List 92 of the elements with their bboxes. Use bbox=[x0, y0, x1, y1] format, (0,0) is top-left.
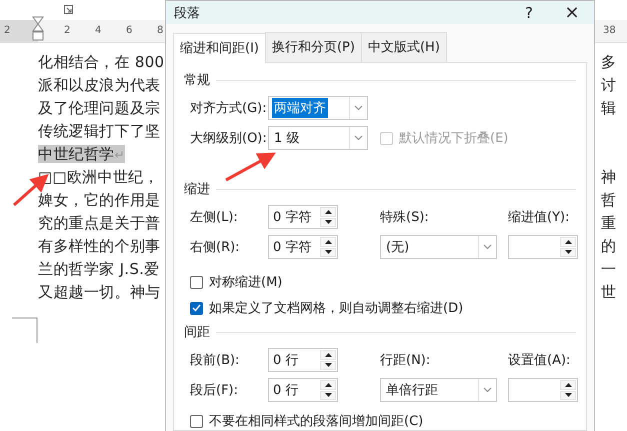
ruler-number: 4 bbox=[95, 25, 102, 36]
paragraph-line: 重 bbox=[601, 214, 616, 232]
help-button[interactable]: ? bbox=[508, 4, 550, 22]
chevron-down-icon bbox=[483, 387, 492, 393]
paragraph-line: 神 bbox=[601, 168, 616, 186]
chevron-down-icon bbox=[354, 135, 363, 141]
paragraph-line: 讨 bbox=[601, 76, 616, 94]
paragraph-line: 哲 bbox=[601, 191, 616, 209]
down-triangle-icon bbox=[324, 393, 332, 398]
spin-field[interactable]: 0 行 bbox=[268, 378, 338, 402]
close-button[interactable]: × bbox=[550, 1, 594, 24]
field-label: 设置值(A): bbox=[508, 352, 572, 369]
checkbox[interactable] bbox=[190, 276, 203, 288]
checkbox[interactable] bbox=[190, 414, 203, 428]
field-label: 特殊(S): bbox=[380, 209, 430, 226]
dropdown[interactable]: 两端对齐 bbox=[268, 96, 368, 120]
dropdown[interactable]: 单倍行距 bbox=[380, 378, 497, 402]
field-label: 大纲级别(O): bbox=[190, 130, 268, 147]
up-triangle-icon bbox=[564, 240, 572, 244]
spin-down-button[interactable] bbox=[560, 390, 576, 400]
paragraph-line: 又超越一切。神与 bbox=[38, 283, 160, 301]
down-triangle-icon bbox=[564, 250, 572, 254]
up-triangle-icon bbox=[324, 210, 332, 214]
spin-down-button[interactable] bbox=[320, 390, 336, 400]
section-heading: 缩进 bbox=[184, 180, 576, 198]
paragraph-line: 派和以皮浪为代表 bbox=[38, 76, 160, 94]
window-title: 段落 bbox=[174, 4, 201, 22]
checkbox-label: 如果定义了文档网格，则自动调整右缩进(D) bbox=[209, 300, 464, 317]
spin-up-button[interactable] bbox=[560, 237, 576, 246]
section-heading: 常规 bbox=[184, 71, 576, 89]
field-label: 行距(N): bbox=[380, 352, 432, 369]
field-label: 段前(B): bbox=[190, 352, 240, 369]
field-label: 缩进值(Y): bbox=[508, 209, 570, 226]
spin-down-button[interactable] bbox=[320, 218, 336, 227]
paragraph-line: 兰的哲学家 J.S.爱 bbox=[38, 260, 160, 278]
spin-down-button[interactable] bbox=[320, 360, 336, 370]
spin-down-button[interactable] bbox=[320, 248, 336, 257]
section-heading: 间距 bbox=[184, 323, 576, 341]
chevron-down-icon bbox=[483, 244, 492, 250]
down-triangle-icon bbox=[324, 250, 332, 254]
tab[interactable]: 中文版式(H) bbox=[360, 32, 447, 62]
ruler-number: 38 bbox=[603, 25, 616, 36]
up-triangle-icon bbox=[324, 382, 332, 387]
paragraph-line: 传统逻辑打下了坚 bbox=[38, 122, 160, 140]
spin-up-button[interactable] bbox=[320, 207, 336, 216]
paragraph-line: 婢女，它的作用是 bbox=[38, 191, 160, 209]
ruler-number: 6 bbox=[126, 25, 132, 36]
field-label: 左侧(L): bbox=[190, 209, 239, 226]
spin-up-button[interactable] bbox=[320, 350, 336, 360]
ruler-number: 2 bbox=[64, 25, 70, 36]
spin-down-button[interactable] bbox=[560, 248, 576, 257]
dropdown[interactable]: 1 级 bbox=[268, 126, 368, 150]
ruler-number: 8 bbox=[157, 25, 164, 36]
down-triangle-icon bbox=[564, 393, 572, 398]
field-label: 段后(F): bbox=[190, 382, 240, 399]
paragraph-line: 一 bbox=[601, 260, 616, 278]
down-triangle-icon bbox=[324, 363, 332, 368]
up-triangle-icon bbox=[564, 382, 572, 387]
annotation-arrow bbox=[225, 152, 276, 182]
spin-field[interactable]: 0 行 bbox=[268, 348, 338, 372]
spin-field[interactable]: 0 字符 bbox=[268, 205, 338, 229]
tab[interactable]: 换行和分页(P) bbox=[264, 32, 362, 62]
spin-field[interactable] bbox=[508, 378, 578, 402]
checkbox-label: 默认情况下折叠(E) bbox=[399, 130, 508, 147]
paragraph-line: 多 bbox=[601, 53, 616, 71]
checkbox-label: 对称缩进(M) bbox=[209, 274, 282, 291]
up-triangle-icon bbox=[324, 240, 332, 244]
down-triangle-icon bbox=[324, 220, 332, 224]
up-triangle-icon bbox=[324, 352, 332, 357]
paragraph-line: 的 bbox=[601, 237, 616, 255]
spin-up-button[interactable] bbox=[320, 380, 336, 390]
dialog-launcher-icon[interactable] bbox=[64, 5, 74, 15]
paragraph-line: 究的重点是关于普 bbox=[38, 214, 160, 232]
checkbox-label: 不要在相同样式的段落间增加间距(C) bbox=[209, 413, 424, 430]
page-corner-mark bbox=[12, 317, 38, 343]
field-label: 右侧(R): bbox=[190, 239, 241, 256]
checkbox[interactable] bbox=[190, 302, 203, 314]
dropdown[interactable]: (无) bbox=[380, 235, 497, 259]
paragraph-line: 及了伦理问题及宗 bbox=[38, 99, 160, 117]
paragraph-line: 世 bbox=[601, 283, 616, 301]
paragraph-line: 有多样性的个别事 bbox=[38, 237, 160, 255]
ruler-number: 2 bbox=[4, 25, 10, 36]
chevron-down-icon bbox=[354, 105, 363, 111]
tab[interactable]: 缩进和间距(I) bbox=[173, 33, 266, 63]
paragraph-line: 辑 bbox=[601, 99, 616, 117]
selected-heading: 中世纪哲学↵ bbox=[38, 145, 125, 163]
field-label: 对齐方式(G): bbox=[190, 100, 268, 117]
spin-up-button[interactable] bbox=[320, 237, 336, 246]
spin-up-button[interactable] bbox=[560, 380, 576, 390]
spin-field[interactable]: 0 字符 bbox=[268, 235, 338, 259]
paragraph-line: 化相结合，在 800 bbox=[38, 53, 164, 71]
spin-field[interactable] bbox=[508, 235, 578, 259]
